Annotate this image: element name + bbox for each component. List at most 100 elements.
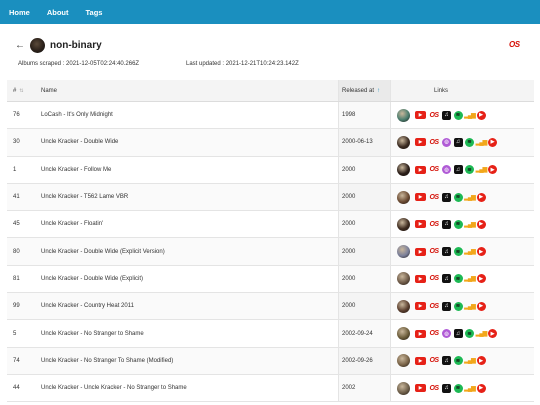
podcasts-icon[interactable]: ◎ [442,165,451,175]
youtube-music-icon[interactable]: ▶ [476,247,486,257]
youtube-icon[interactable]: ▶ [415,138,426,147]
deezer-icon[interactable]: ▂▄▆ [464,193,475,202]
youtube-icon[interactable]: ▶ [415,329,426,338]
last-updated-value: 2021-12-21T10:24:23.142Z [225,61,299,67]
album-cover-thumbnail[interactable] [397,190,410,204]
spotify-icon[interactable]: ≋ [453,192,463,202]
links-cell: ▶ OS ♫ ≋ ▂▄▆ ▶ [397,293,534,319]
lastfm-icon[interactable]: OS [429,138,440,147]
album-cover-thumbnail[interactable] [397,354,410,368]
lastfm-icon[interactable]: OS [429,111,440,120]
apple-music-icon[interactable]: ♫ [442,192,451,202]
column-header-released[interactable]: Released at ↑ [338,80,391,101]
youtube-icon[interactable]: ▶ [415,384,426,393]
deezer-icon[interactable]: ▂▄▆ [464,384,475,393]
deezer-icon[interactable]: ▂▄▆ [464,274,475,283]
release-date: 2002-09-24 [338,320,391,347]
podcasts-icon[interactable]: ◎ [442,329,451,339]
nav-home-link[interactable]: Home [9,8,30,17]
spotify-icon[interactable]: ≋ [465,137,474,147]
apple-music-icon[interactable]: ♫ [442,301,451,311]
apple-music-icon[interactable]: ♫ [442,110,451,120]
album-cover-thumbnail[interactable] [397,217,410,231]
deezer-icon[interactable]: ▂▄▆ [464,356,475,365]
spotify-icon[interactable]: ≋ [453,219,463,229]
table-row: 80 Uncle Kracker - Double Wide (Explicit … [7,238,534,266]
album-cover-thumbnail[interactable] [397,299,410,313]
deezer-icon[interactable]: ▂▄▆ [464,111,475,120]
youtube-music-icon[interactable]: ▶ [476,356,486,366]
podcasts-icon[interactable]: ◎ [442,137,451,147]
apple-music-icon[interactable]: ♫ [453,165,463,175]
spotify-icon[interactable]: ≋ [465,329,474,339]
apple-music-icon[interactable]: ♫ [453,137,463,147]
spotify-icon[interactable]: ≋ [453,356,463,366]
youtube-icon[interactable]: ▶ [415,356,426,365]
sort-icon[interactable]: ⇅ [19,88,23,94]
lastfm-icon[interactable]: OS [429,220,440,229]
lastfm-icon[interactable]: OS [429,193,440,202]
lastfm-icon[interactable]: OS [429,247,440,256]
youtube-icon[interactable]: ▶ [415,274,426,283]
last-updated-label: Last updated : [186,61,225,67]
sort-ascending-icon[interactable]: ↑ [377,88,380,94]
spotify-icon[interactable]: ≋ [453,247,463,257]
youtube-music-icon[interactable]: ▶ [476,192,486,202]
youtube-icon[interactable]: ▶ [415,111,426,120]
apple-music-icon[interactable]: ♫ [442,356,451,366]
album-cover-thumbnail[interactable] [397,163,410,177]
album-cover-thumbnail[interactable] [397,272,410,286]
apple-music-icon[interactable]: ♫ [442,219,451,229]
row-number: 5 [13,330,17,337]
lastfm-icon[interactable]: OS [429,274,440,283]
apple-music-icon[interactable]: ♫ [442,383,451,393]
youtube-music-icon[interactable]: ▶ [476,383,486,393]
deezer-icon[interactable]: ▂▄▆ [464,247,475,256]
album-cover-thumbnail[interactable] [397,245,410,259]
spotify-icon[interactable]: ≋ [465,165,474,175]
spotify-icon[interactable]: ≋ [453,110,463,120]
nav-tags-link[interactable]: Tags [86,8,103,17]
lastfm-icon[interactable]: OS [429,165,440,174]
column-header-num[interactable]: # ⇅ [13,80,38,101]
deezer-icon[interactable]: ▂▄▆ [476,138,487,147]
album-cover-thumbnail[interactable] [397,108,410,122]
youtube-music-icon[interactable]: ▶ [476,110,486,120]
deezer-icon[interactable]: ▂▄▆ [476,329,487,338]
album-cover-thumbnail[interactable] [397,327,410,341]
nav-about-link[interactable]: About [47,8,69,17]
youtube-music-icon[interactable]: ▶ [476,274,486,284]
apple-music-icon[interactable]: ♫ [442,247,451,257]
youtube-music-icon[interactable]: ▶ [488,137,497,147]
youtube-music-icon[interactable]: ▶ [476,219,486,229]
spotify-icon[interactable]: ≋ [453,383,463,393]
lastfm-icon[interactable]: OS [429,302,440,311]
deezer-icon[interactable]: ▂▄▆ [476,165,487,174]
table-row: 1 Uncle Kracker - Follow Me 2000 ▶ OS ◎ ♫ ≋ ▂▄▆ ▶ [7,156,534,184]
youtube-music-icon[interactable]: ▶ [476,301,486,311]
spotify-icon[interactable]: ≋ [453,274,463,284]
deezer-icon[interactable]: ▂▄▆ [464,302,475,311]
apple-music-icon[interactable]: ♫ [453,329,463,339]
column-header-name[interactable]: Name [40,80,338,101]
links-cell: ▶ OS ♫ ≋ ▂▄▆ ▶ [397,348,534,374]
youtube-icon[interactable]: ▶ [415,193,426,202]
row-number: 80 [13,248,20,255]
apple-music-icon[interactable]: ♫ [442,274,451,284]
lastfm-icon[interactable]: OS [429,329,440,338]
links-cell: ▶ OS ◎ ♫ ≋ ▂▄▆ ▶ [397,129,534,155]
album-cover-thumbnail[interactable] [397,381,410,395]
youtube-icon[interactable]: ▶ [415,220,426,229]
youtube-icon[interactable]: ▶ [415,302,426,311]
lastfm-logo-icon[interactable]: OS [509,40,520,49]
deezer-icon[interactable]: ▂▄▆ [464,220,475,229]
lastfm-icon[interactable]: OS [429,356,440,365]
album-cover-thumbnail[interactable] [397,135,410,149]
youtube-music-icon[interactable]: ▶ [488,329,497,339]
youtube-icon[interactable]: ▶ [415,165,426,174]
spotify-icon[interactable]: ≋ [453,301,463,311]
back-arrow-icon[interactable]: ← [15,41,25,51]
lastfm-icon[interactable]: OS [429,384,440,393]
youtube-icon[interactable]: ▶ [415,247,426,256]
youtube-music-icon[interactable]: ▶ [488,165,497,175]
